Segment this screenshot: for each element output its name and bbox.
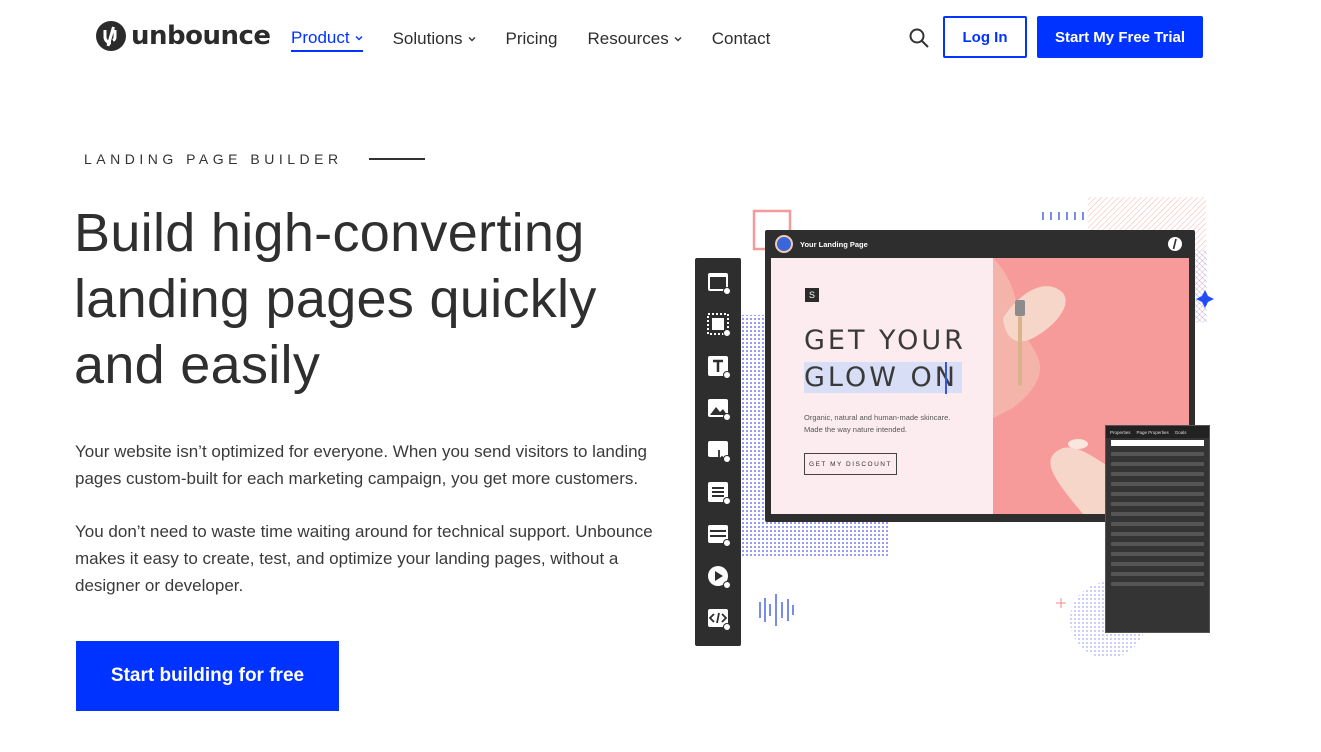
tab-properties: Properties: [1110, 429, 1131, 435]
nav-item-label: Product: [291, 28, 350, 47]
tab-goals: Goals: [1174, 429, 1187, 435]
preview-heading-line-1: GET YOUR: [804, 325, 966, 356]
tab-page-properties: Page Properties: [1136, 429, 1169, 435]
hero-headline: Build high-converting landing pages quic…: [74, 200, 634, 398]
panel-field: [1111, 440, 1204, 446]
nav-item-label: Solutions: [392, 29, 463, 48]
panel-row: [1111, 552, 1204, 556]
log-in-button[interactable]: Log In: [943, 16, 1027, 58]
custom-html-block-icon: [704, 520, 732, 548]
brand-name: unbounce: [131, 21, 271, 51]
image-icon: [704, 394, 732, 422]
section-icon: [704, 268, 732, 296]
panel-row: [1111, 452, 1204, 456]
panel-row: [1111, 562, 1204, 566]
preview-discount-button: GET MY DISCOUNT: [804, 453, 897, 475]
code-icon: [704, 604, 732, 632]
text-cursor: [945, 362, 947, 394]
panel-row: [1111, 532, 1204, 536]
hero-paragraph-2: You don’t need to waste time waiting aro…: [75, 522, 653, 595]
panel-row: [1111, 522, 1204, 526]
panel-row: [1111, 472, 1204, 476]
form-icon: [704, 478, 732, 506]
nav-item-label: Pricing: [505, 29, 558, 48]
eyebrow-divider: [368, 158, 425, 160]
editor-window-title: Your Landing Page: [800, 240, 868, 249]
brand-logo-letter: S: [805, 288, 819, 302]
panel-row: [1111, 502, 1204, 506]
headline-line-3: and easily: [74, 335, 321, 395]
builder-illustration: Your Landing Page S GET YOUR GLOW ON Org…: [690, 190, 1230, 670]
panel-row: [1111, 512, 1204, 516]
unbounce-logo-mark-icon: [96, 21, 126, 51]
site-header: unbounce Product Solutions Pricing Resource…: [0, 0, 1321, 76]
properties-panel: Properties Page Properties Goals: [1105, 425, 1210, 633]
start-free-trial-button[interactable]: Start My Free Trial: [1037, 16, 1203, 58]
eyebrow: LANDING PAGE BUILDER: [84, 151, 425, 167]
chevron-down-icon: [355, 36, 363, 41]
video-icon: [704, 562, 732, 590]
nav-item-label: Resources: [587, 29, 669, 48]
avatar: [775, 235, 793, 253]
eyebrow-text: LANDING PAGE BUILDER: [84, 151, 343, 167]
text-icon: [704, 352, 732, 380]
nav-item-pricing[interactable]: Pricing: [506, 26, 558, 52]
nav-item-label: Contact: [711, 29, 771, 48]
hero-paragraph-1: Your website isn’t optimized for everyon…: [75, 442, 648, 488]
headline-line-1: Build high-converting: [74, 203, 585, 263]
nav-item-solutions[interactable]: Solutions: [393, 26, 476, 52]
properties-tabs: Properties Page Properties Goals: [1106, 426, 1209, 438]
button-icon: [704, 436, 732, 464]
panel-row: [1111, 482, 1204, 486]
widget-toolbar: [695, 258, 741, 646]
preview-heading-line-2: GLOW ON: [804, 362, 962, 393]
main-nav: Product Solutions Pricing Resources Contact: [291, 26, 770, 52]
panel-row: [1111, 582, 1204, 586]
nav-item-resources[interactable]: Resources: [588, 26, 682, 52]
box-icon: [704, 310, 732, 338]
panel-row: [1111, 462, 1204, 466]
chevron-down-icon: [674, 37, 682, 42]
search-icon[interactable]: [908, 27, 930, 49]
chevron-down-icon: [468, 37, 476, 42]
unbounce-logo[interactable]: unbounce: [95, 20, 271, 52]
start-building-button[interactable]: Start building for free: [76, 641, 339, 711]
panel-row: [1111, 492, 1204, 496]
panel-row: [1111, 572, 1204, 576]
nav-item-contact[interactable]: Contact: [712, 26, 771, 52]
preview-body-text: Organic, natural and human-made skincare…: [804, 413, 951, 434]
headline-line-2: landing pages quickly: [74, 269, 597, 329]
panel-row: [1111, 542, 1204, 546]
nav-item-product[interactable]: Product: [291, 26, 363, 52]
unbounce-logo-mark-icon: [1168, 237, 1182, 251]
